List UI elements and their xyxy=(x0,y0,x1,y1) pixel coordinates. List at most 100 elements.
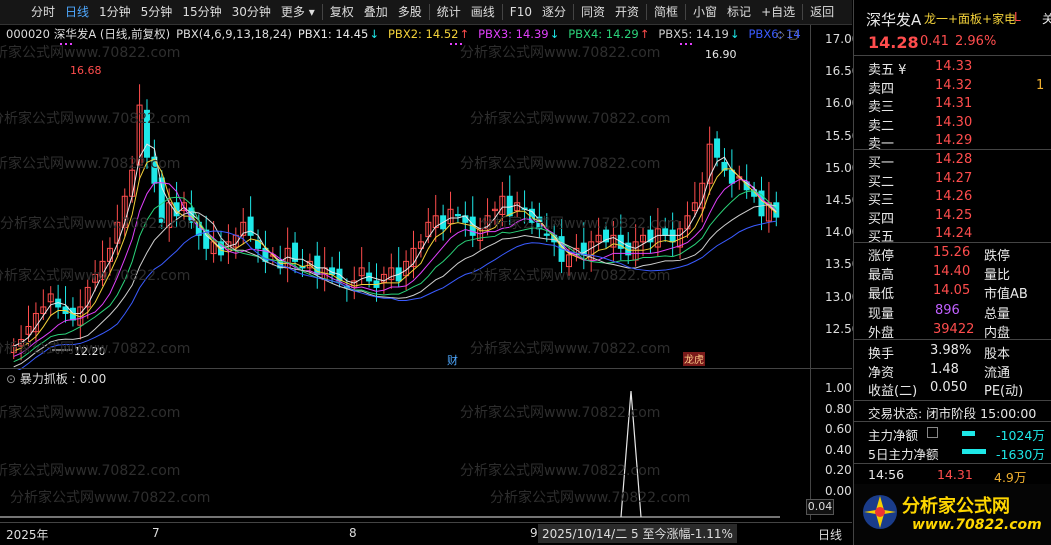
quote-stock-name: 深华发A xyxy=(866,11,922,29)
toolbar-item-19[interactable]: +自选 xyxy=(756,0,800,25)
watermark-text: 分析家公式网www.70822.com xyxy=(490,490,691,506)
tick-divider xyxy=(854,463,1051,464)
time-label-m9: 9 xyxy=(530,526,538,540)
time-label-m7: 7 xyxy=(152,526,160,540)
main-net-label: 主力净额 xyxy=(868,428,919,443)
bid-price: 14.27 xyxy=(935,170,973,186)
toolbar-item-0[interactable]: 分时 xyxy=(26,0,60,25)
main-net-menu-icon[interactable] xyxy=(927,427,938,438)
toolbar-item-2[interactable]: 1分钟 xyxy=(94,0,136,25)
watermark-text: 分析家公式网www.70822.com xyxy=(0,111,191,127)
quote-price: 14.28 xyxy=(868,33,919,52)
stat-value: 15.26 xyxy=(933,245,971,260)
quote-panel: 深华发A 龙一+面板+家电 L 关 14.28 0.41 2.96% 交易状态:… xyxy=(853,0,1051,545)
stat-label: 外盘 xyxy=(868,325,895,341)
watermark-text: 分析家公式网www.70822.com xyxy=(0,405,181,421)
tick-time: 14:56 xyxy=(868,467,905,482)
toolbar-item-9[interactable]: 多股 xyxy=(393,0,427,25)
sub-tick: 0.80 xyxy=(825,401,852,416)
header-window-controls: ◇ ▢ xyxy=(776,28,798,41)
toolbar-item-18[interactable]: 标记 xyxy=(722,0,756,25)
toolbar-item-8[interactable]: 叠加 xyxy=(359,0,393,25)
stat-label: 最高 xyxy=(868,268,895,284)
toolbar-item-6[interactable]: 更多 ▾ xyxy=(276,0,320,25)
toolbar-separator xyxy=(428,4,430,20)
toolbar-item-20[interactable]: 返回 xyxy=(805,0,839,25)
sub-indicator-label: 暴力抓板 : 0.00 xyxy=(19,372,107,386)
quote-more-icon[interactable]: 关 xyxy=(1042,10,1051,27)
bid-label: 买三 xyxy=(868,193,895,208)
window-toggle-icon[interactable]: ▢ xyxy=(788,28,798,41)
main-net5-bar xyxy=(962,449,986,454)
period-label[interactable]: 日线 xyxy=(818,526,842,543)
pbx-series-3: PBX3: 14.39 xyxy=(478,27,549,41)
bid-price: 14.24 xyxy=(935,226,973,241)
toolbar-item-13[interactable]: 逐分 xyxy=(537,0,571,25)
toolbar-separator xyxy=(646,4,648,20)
toolbar-item-10[interactable]: 统计 xyxy=(432,0,466,25)
stat-label: 涨停 xyxy=(868,249,895,264)
settings-icon[interactable]: ◇ xyxy=(776,28,784,41)
toolbar-item-3[interactable]: 5分钟 xyxy=(136,0,178,25)
ask-price: 14.33 xyxy=(935,59,973,74)
watermark-text: 分析家公式网www.70822.com xyxy=(0,341,191,357)
watermark-text: 分析家公式网www.70822.com xyxy=(460,156,661,172)
quote-change: 0.41 xyxy=(920,34,949,49)
toolbar-item-14[interactable]: 同资 xyxy=(576,0,610,25)
main-net5-label: 5日主力净额 xyxy=(868,447,939,462)
event-marker-cai[interactable]: 财 xyxy=(447,353,458,367)
bid-label: 买五 xyxy=(868,230,895,245)
toolbar-item-5[interactable]: 30分钟 xyxy=(227,0,276,25)
quote-tag[interactable]: 龙一+面板+家电 xyxy=(924,10,1016,27)
ask-label: 卖四 xyxy=(868,81,895,97)
event-marker-longhu[interactable]: 龙虎 xyxy=(684,353,704,366)
toolbar-item-15[interactable]: 开资 xyxy=(610,0,644,25)
toolbar-separator xyxy=(501,4,503,20)
watermark-text: 分析家公式网www.70822.com xyxy=(0,216,201,232)
collapse-icon[interactable]: ⊙ xyxy=(6,372,16,386)
toolbar-item-12[interactable]: F10 xyxy=(505,0,537,25)
period-toolbar: 分时 日线 1分钟 5分钟 15分钟 30分钟 更多 ▾ 复权 叠加 多股 统计 画线 F10 逐分 同资开… xyxy=(0,0,852,25)
toolbar-item-4[interactable]: 15分钟 xyxy=(177,0,226,25)
stat2-right-label: 股本 xyxy=(984,347,1011,362)
toolbar-item-11[interactable]: 画线 xyxy=(466,0,500,25)
pbx-series-1: PBX1: 14.45 xyxy=(297,27,369,41)
stat-value: 39422 xyxy=(933,321,975,337)
toolbar-item-7[interactable]: 复权 xyxy=(325,0,359,25)
candlestick-chart[interactable]: 16.6816.9012.20财 龙虎 xyxy=(0,43,810,370)
stat-value: 14.40 xyxy=(933,264,971,280)
watermark-text: 分析家公式网www.70822.com xyxy=(460,405,661,421)
toolbar-separator xyxy=(685,4,687,20)
watermark-text: 分析家公式网www.70822.com xyxy=(470,111,671,127)
stat2-label: 收益(二) xyxy=(868,384,918,399)
quote-pct: 2.96% xyxy=(955,34,997,49)
watermark-text: 分析家公式网www.70822.com xyxy=(10,490,211,506)
stat2-value: 1.48 xyxy=(930,361,959,377)
stat2-value: 0.050 xyxy=(930,380,968,395)
stat2-right-label: PE(动) xyxy=(984,384,1024,399)
bid-label: 买二 xyxy=(868,174,895,190)
main-net5-value: -1630万 xyxy=(996,447,1045,462)
trade-state: 交易状态: 闭市阶段 15:00:00 xyxy=(868,406,1037,421)
sub-tick: 0.40 xyxy=(825,442,852,457)
pbx-arrow-2: ↑ xyxy=(459,27,470,41)
ask-price: 14.29 xyxy=(935,133,973,148)
watermark-text: 分析家公式网www.70822.com xyxy=(460,45,661,61)
toolbar-item-17[interactable]: 小窗 xyxy=(688,0,722,25)
money-divider xyxy=(854,421,1051,422)
time-label-m8: 8 xyxy=(349,526,357,540)
candle-body xyxy=(714,138,721,158)
watermark-text: 分析家公式网www.70822.com xyxy=(0,156,181,172)
site-logo: 分析家公式网 www.70822.com xyxy=(854,484,1051,545)
toolbar-item-1[interactable]: 日线 xyxy=(60,0,94,25)
pbx-series-list: PBX1: 14.45 ↓ PBX2: 14.52 ↑ PBX3: 14.39 ↓ PBX4… xyxy=(298,27,811,41)
candle-body xyxy=(454,213,461,217)
indicator-formula[interactable]: PBX(4,6,9,13,18,24) xyxy=(176,27,292,41)
watermark-text: 分析家公式网www.70822.com xyxy=(0,268,191,284)
ask-label: 卖三 xyxy=(868,100,895,115)
stat2-right-label: 流通 xyxy=(984,365,1011,381)
stock-name-period[interactable]: 深华发A (日线,前复权) xyxy=(54,26,170,42)
bid-price: 14.25 xyxy=(935,207,973,223)
sub-value-box: 0.04 xyxy=(806,499,834,515)
toolbar-item-16[interactable]: 简框 xyxy=(649,0,683,25)
